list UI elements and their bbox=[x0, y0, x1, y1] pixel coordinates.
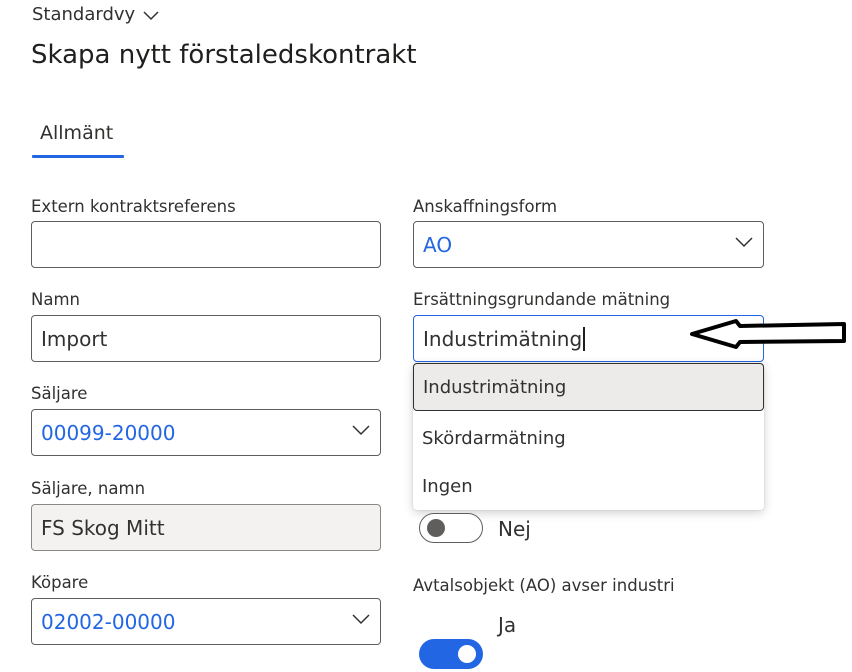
toggle-knob bbox=[458, 645, 476, 663]
view-selector-label: Standardvy bbox=[32, 4, 136, 25]
tab-active-indicator bbox=[32, 155, 124, 158]
saljare-value[interactable]: 00099-20000 bbox=[41, 421, 175, 445]
matning-input-text[interactable]: Industrimätning bbox=[423, 327, 582, 351]
tab-allmant[interactable]: Allmänt bbox=[40, 122, 113, 144]
anskaffningsform-label: Anskaffningsform bbox=[413, 197, 558, 216]
toggle-switch-off[interactable] bbox=[419, 513, 483, 543]
namn-label: Namn bbox=[31, 290, 80, 309]
chevron-down-icon bbox=[143, 10, 159, 20]
kopare-label: Köpare bbox=[31, 573, 89, 592]
extern-ref-input[interactable] bbox=[31, 221, 381, 268]
text-cursor bbox=[583, 326, 585, 351]
anskaffningsform-select[interactable]: AO bbox=[413, 221, 764, 268]
kopare-value[interactable]: 02002-00000 bbox=[41, 610, 175, 634]
dropdown-option-ingen[interactable]: Ingen bbox=[413, 462, 764, 510]
saljare-namn-field: FS Skog Mitt bbox=[31, 504, 381, 551]
annotation-arrow-icon bbox=[690, 319, 846, 349]
chevron-down-icon[interactable] bbox=[352, 614, 370, 625]
chevron-down-icon[interactable] bbox=[352, 425, 370, 436]
page-title: Skapa nytt förstaledskontrakt bbox=[31, 40, 417, 70]
kopare-lookup[interactable]: 02002-00000 bbox=[31, 598, 381, 645]
toggle-knob bbox=[427, 518, 445, 537]
chevron-down-icon[interactable] bbox=[735, 237, 753, 248]
dropdown-option-industrimatning[interactable]: Industrimätning bbox=[413, 363, 764, 411]
matning-dropdown-list: Industrimätning Skördarmätning Ingen bbox=[413, 363, 764, 510]
avtalsobjekt-label: Avtalsobjekt (AO) avser industri bbox=[413, 576, 675, 595]
avtalsobjekt-toggle[interactable] bbox=[419, 639, 483, 669]
extern-ref-label: Extern kontraktsreferens bbox=[31, 197, 236, 216]
matning-label: Ersättningsgrundande mätning bbox=[413, 290, 671, 309]
saljare-lookup[interactable]: 00099-20000 bbox=[31, 409, 381, 456]
saljare-namn-label: Säljare, namn bbox=[31, 479, 146, 498]
anskaffningsform-value: AO bbox=[423, 232, 453, 257]
avtalsobjekt-state-label: Ja bbox=[498, 613, 517, 637]
view-selector[interactable]: Standardvy bbox=[32, 4, 159, 25]
dropdown-option-skordarmatning[interactable]: Skördarmätning bbox=[413, 414, 764, 462]
namn-input[interactable]: Import bbox=[31, 315, 381, 362]
saljare-label: Säljare bbox=[31, 384, 88, 403]
toggle-state-label: Nej bbox=[498, 517, 531, 541]
